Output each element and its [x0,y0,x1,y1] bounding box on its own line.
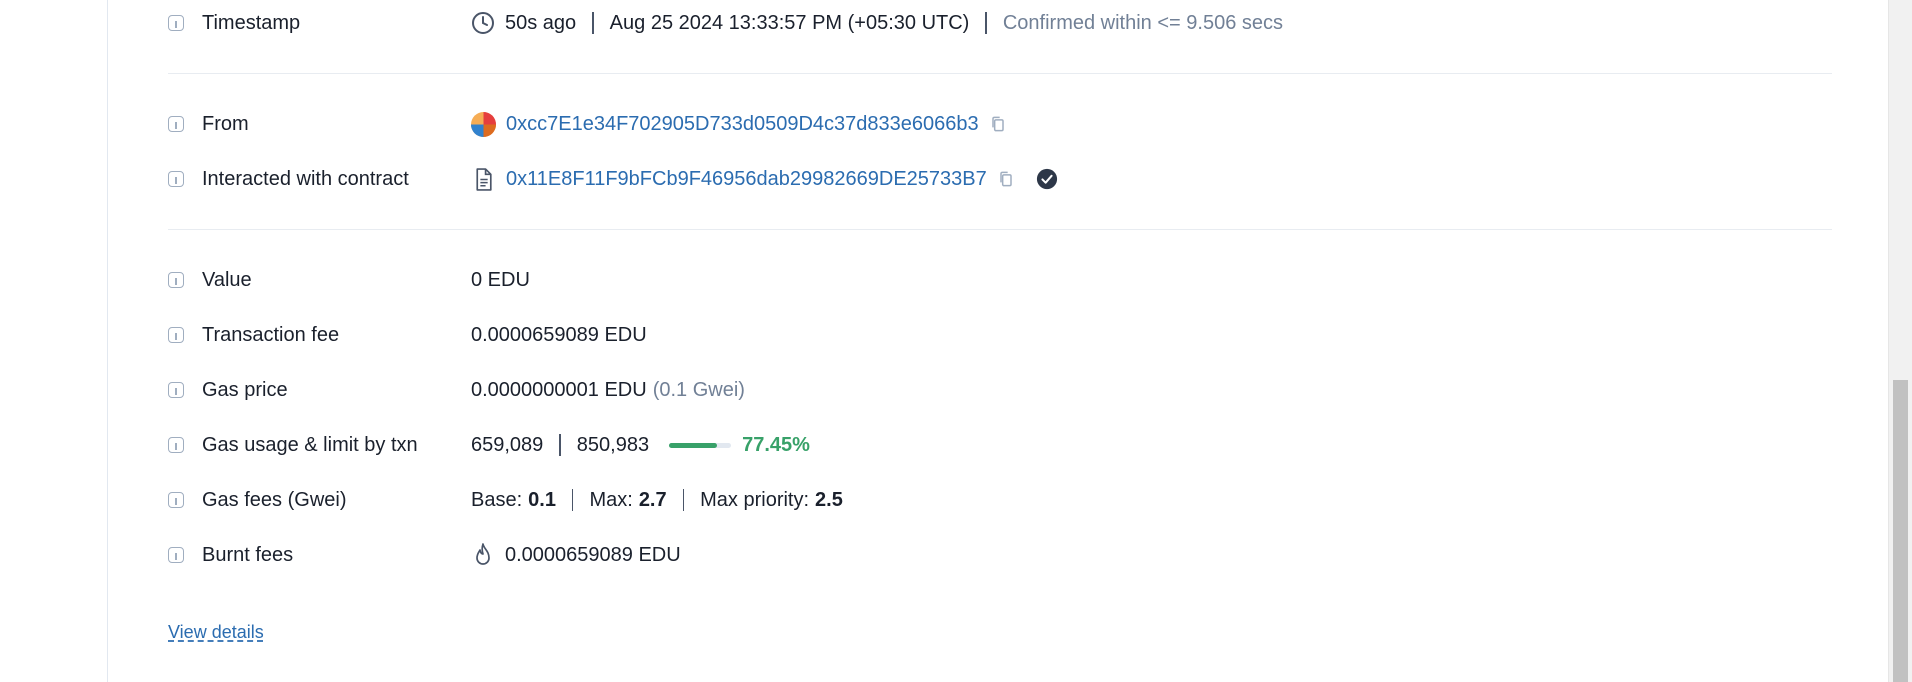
info-icon[interactable] [168,327,184,343]
copy-icon[interactable] [996,169,1016,189]
timestamp-value: 50s ago Aug 25 2024 13:33:57 PM (+05:30 … [471,11,1283,35]
max-priority-label: Max priority: [700,488,810,511]
info-icon[interactable] [168,382,184,398]
section-divider [168,73,1832,74]
flame-icon [476,543,490,565]
document-icon [476,167,492,191]
verified-check-icon [1036,168,1057,190]
contract-label: Interacted with contract [202,167,409,190]
row-contract: Interacted with contract 0x11E8F11F9bFCb… [168,163,1058,195]
gas-price-value: 0.0000000001 EDU (0.1 Gwei) [471,379,745,402]
gas-price-amount: 0.0000000001 EDU [471,378,647,401]
view-details-link[interactable]: View details [168,622,264,643]
clock-icon [472,12,494,34]
base-fee-label: Base: [471,488,523,511]
info-icon[interactable] [168,171,184,187]
from-address-link[interactable]: 0xcc7E1e34F702905D733d0509D4c37d833e6066… [506,113,979,136]
gas-usage-value: 659,089 850,983 77.45% [471,434,810,457]
max-priority-value: 2.5 [815,488,843,511]
address-avatar [471,111,496,137]
section-divider [168,229,1832,230]
gas-usage-label: Gas usage & limit by txn [202,433,418,456]
burnt-fees-label: Burnt fees [202,543,294,566]
gas-price-gwei: (0.1 Gwei) [652,378,745,401]
gas-usage-percent: 77.45% [742,433,810,456]
contract-address-link[interactable]: 0x11E8F11F9bFCb9F46956dab29982669DE25733… [506,168,987,191]
gas-price-label: Gas price [202,378,288,401]
row-transaction-fee: Transaction fee 0.0000659089 EDU [168,319,647,351]
transaction-details-page: Timestamp 50s ago Aug 25 2024 13:33:57 P… [0,0,1912,682]
max-fee-value: 2.7 [638,488,667,511]
row-gas-price: Gas price 0.0000000001 EDU (0.1 Gwei) [168,374,745,406]
gas-usage-bar-fill [669,442,718,448]
scrollbar[interactable] [1888,0,1912,682]
row-gas-fees: Gas fees (Gwei) Base: 0.1 Max: 2.7 Max p… [168,484,843,516]
max-fee-label: Max: [589,488,633,511]
gas-used: 659,089 [471,433,544,456]
info-icon[interactable] [168,116,184,132]
row-timestamp: Timestamp 50s ago Aug 25 2024 13:33:57 P… [168,7,1283,39]
gas-fees-label: Gas fees (Gwei) [202,488,347,511]
row-value: Value 0 EDU [168,264,530,296]
info-icon[interactable] [168,272,184,288]
transaction-fee-label: Transaction fee [202,323,340,346]
from-label: From [202,112,249,135]
value-label: Value [202,268,252,291]
separator [985,12,987,34]
timestamp-label: Timestamp [202,11,301,34]
separator [592,12,594,34]
confirmation-time: Confirmed within <= 9.506 secs [1002,11,1283,34]
copy-icon[interactable] [988,114,1008,134]
separator [571,489,574,511]
burnt-fees-amount: 0.0000659089 EDU [505,543,681,566]
info-icon[interactable] [168,15,184,31]
panel-border [107,0,108,682]
burnt-fees-value: 0.0000659089 EDU [471,542,681,568]
gas-usage-bar [669,442,732,448]
row-gas-usage: Gas usage & limit by txn 659,089 850,983… [168,429,810,461]
from-value: 0xcc7E1e34F702905D733d0509D4c37d833e6066… [471,111,1008,137]
row-from: From 0xcc7E1e34F702905D733d0509D4c37d833… [168,108,1008,140]
row-burnt-fees: Burnt fees 0.0000659089 EDU [168,539,681,571]
timestamp-ago: 50s ago [505,11,577,34]
timestamp-datetime: Aug 25 2024 13:33:57 PM (+05:30 UTC) [609,11,970,34]
contract-value: 0x11E8F11F9bFCb9F46956dab29982669DE25733… [471,167,1058,192]
info-icon[interactable] [168,437,184,453]
value-amount: 0 EDU [471,268,530,291]
gas-limit: 850,983 [576,433,650,456]
separator [559,434,561,456]
gas-fees-value: Base: 0.1 Max: 2.7 Max priority: 2.5 [471,489,843,512]
separator [682,489,685,511]
scrollbar-thumb[interactable] [1893,380,1908,682]
info-icon[interactable] [168,547,184,563]
base-fee-value: 0.1 [528,488,556,511]
transaction-fee-amount: 0.0000659089 EDU [471,323,647,346]
info-icon[interactable] [168,492,184,508]
